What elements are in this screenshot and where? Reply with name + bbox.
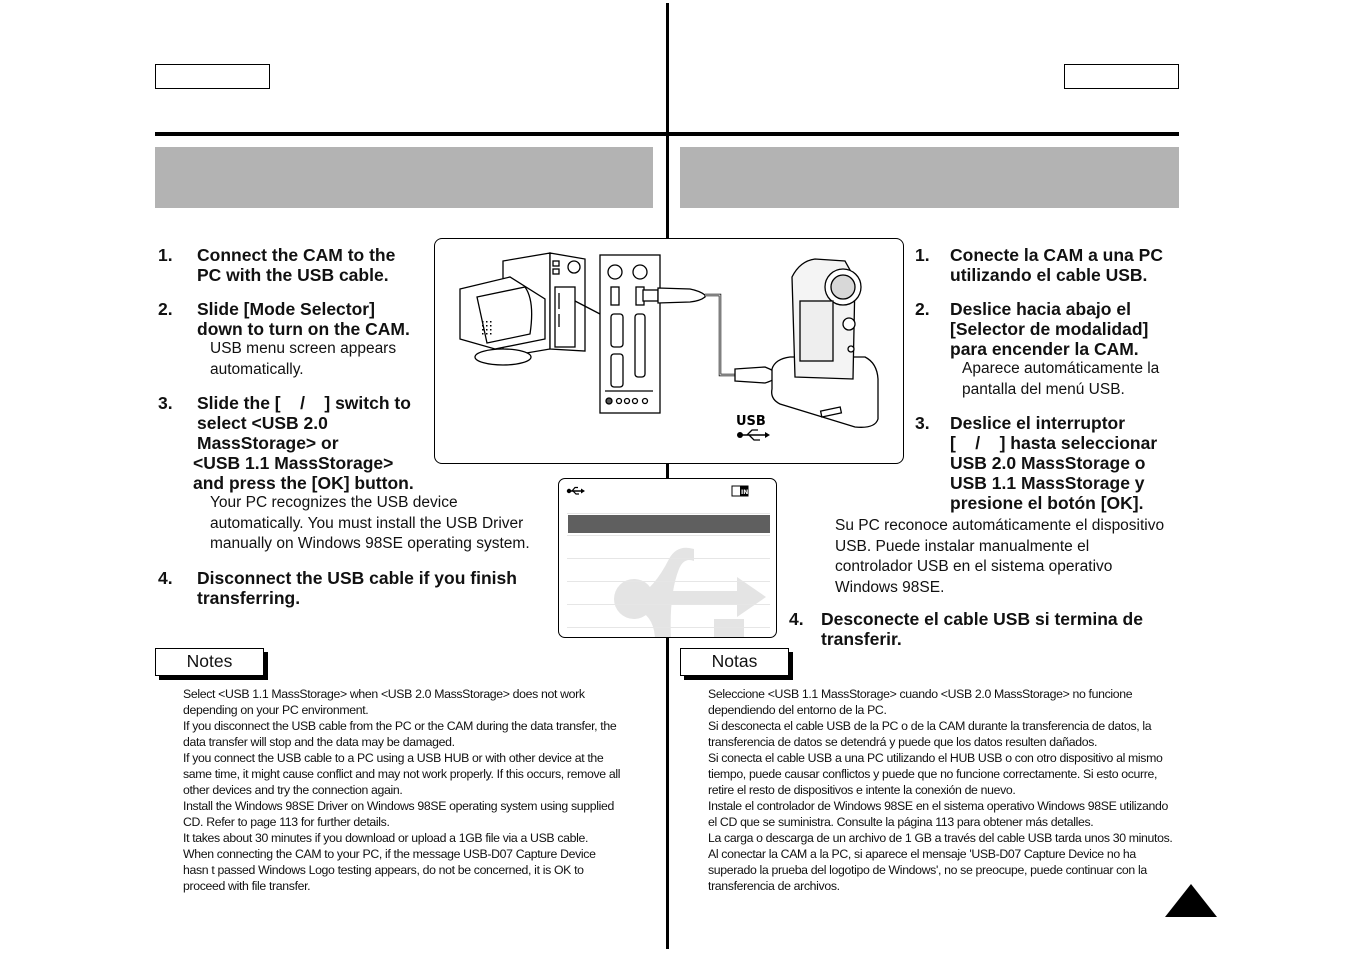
step-text-line: transferir. <box>821 629 902 649</box>
step-text-line: Conecte la CAM a una PC <box>950 245 1163 265</box>
usb-trident-icon <box>566 486 585 495</box>
page-up-triangle-icon <box>1165 884 1217 917</box>
computer-icon <box>459 252 601 366</box>
note-line: transferencia de datos se detendrá y pue… <box>708 735 1098 749</box>
note-line: Instale el controlador de Windows 98SE e… <box>708 799 1168 813</box>
step-text-line: Slide [Mode Selector] <box>197 299 375 319</box>
section-title-bar-left <box>155 147 653 208</box>
step-text-line: USB 1.1 MassStorage y <box>950 473 1145 493</box>
note-line: retire el resto de dispositivos e intent… <box>708 783 1016 797</box>
step-note-line: pantalla del menú USB. <box>962 380 1125 398</box>
note-line: transferencia de archivos. <box>708 879 840 893</box>
step-text-line: utilizando el cable USB. <box>950 265 1148 285</box>
step-note-line: manually on Windows 98SE operating syste… <box>210 535 530 552</box>
lcd-graphics: IN <box>566 485 770 637</box>
step-text-line: transferring. <box>197 588 301 608</box>
step-note-line: automatically. <box>210 360 304 378</box>
camcorder-cradle-icon <box>771 258 879 428</box>
note-line: CD. Refer to page 113 for further detail… <box>183 815 390 829</box>
step-note-line: Su PC reconoce automáticamente el dispos… <box>835 517 1165 534</box>
note-line: Si conecta el cable USB a una PC utiliza… <box>708 751 1163 765</box>
note-line: If you connect the USB cable to a PC usi… <box>183 751 604 765</box>
notes-tab-es: Notas <box>680 648 789 676</box>
step-en-2: 2. Slide [Mode Selector] down to turn on… <box>158 299 438 383</box>
note-line: same time, it might cause conflict and m… <box>183 767 621 781</box>
note-line: Install the Windows 98SE Driver on Windo… <box>183 799 614 813</box>
note-line: superado la prueba del logotipo de Windo… <box>708 863 1147 877</box>
step-note-line: USB. Puede instalar manualmente el <box>835 537 1090 555</box>
step-es-3: 3. Deslice el interruptor [ / ] hasta se… <box>915 413 1185 517</box>
step-text-line: [Selector de modalidad] <box>950 319 1149 339</box>
note-line: other devices and try the connection aga… <box>183 783 403 797</box>
usb-label: USB <box>736 414 766 429</box>
step-text-line: Deslice hacia abajo el <box>950 299 1131 319</box>
notes-tab-en: Notes <box>155 648 264 676</box>
step-es-1: 1. Conecte la CAM a una PC utilizando el… <box>915 245 1185 289</box>
note-line: Select <USB 1.1 MassStorage> when <USB 2… <box>183 687 585 701</box>
note-line: It takes about 30 minutes if you downloa… <box>183 831 589 845</box>
lcd-screen: IN <box>558 478 777 638</box>
notes-body-en: Select <USB 1.1 MassStorage> when <USB 2… <box>183 686 658 894</box>
step-text-line: and press the [OK] button. <box>193 473 414 493</box>
lcd-highlight-row <box>568 515 770 533</box>
usb-trident-icon: USB <box>736 414 770 441</box>
step-note-line: automatically. You must install the USB … <box>210 514 524 532</box>
note-line: el CD que se suministra. Consulte la pág… <box>708 815 1094 829</box>
connection-figure: USB <box>434 238 904 464</box>
note-line: data transfer will stop and the data may… <box>183 735 455 749</box>
note-line: La carga o descarga de un archivo de 1 G… <box>708 831 1173 845</box>
step-en-4: 4. Disconnect the USB cable if you finis… <box>158 568 558 612</box>
step-text-line: down to turn on the CAM. <box>197 319 410 339</box>
step-number: 4. <box>789 609 804 629</box>
step-note-line: USB menu screen appears <box>210 340 397 357</box>
note-line: Seleccione <USB 1.1 MassStorage> cuando … <box>708 687 1133 701</box>
language-tag-right <box>1064 64 1179 89</box>
card-in-icon: IN <box>731 485 749 497</box>
section-title-bar-right <box>680 147 1179 208</box>
step-number: 2. <box>915 299 930 319</box>
step-text-line: PC with the USB cable. <box>197 265 389 285</box>
notes-body-es: Seleccione <USB 1.1 MassStorage> cuando … <box>708 686 1183 894</box>
note-line: dependiendo del entorno de la PC. <box>708 703 887 717</box>
step-es-4: 4. Desconecte el cable USB si termina de… <box>789 609 1179 653</box>
page-divider <box>666 3 669 949</box>
note-line: tiempo, puede causar conflictos y puede … <box>708 767 1158 781</box>
connection-diagram: USB <box>459 252 879 441</box>
step-number: 2. <box>158 299 173 319</box>
step-text-line: Connect the CAM to the <box>197 245 396 265</box>
step-text-line: Disconnect the USB cable if you finish <box>197 568 517 588</box>
language-tag-left <box>155 64 270 89</box>
step-number: 1. <box>915 245 930 265</box>
step-note-line: Your PC recognizes the USB device <box>210 494 458 511</box>
step-es-3-note: Su PC reconoce automáticamente el dispos… <box>835 516 1185 598</box>
usb-watermark-icon <box>614 547 766 637</box>
step-text-line: para encender la CAM. <box>950 339 1139 359</box>
card-badge: IN <box>741 489 748 496</box>
note-line: Al conectar la CAM a la PC, si aparece e… <box>708 847 1136 861</box>
step-number: 1. <box>158 245 173 265</box>
note-line: If you disconnect the USB cable from the… <box>183 719 617 733</box>
step-number: 3. <box>915 413 930 433</box>
step-number: 4. <box>158 568 173 588</box>
note-line: proceed with file transfer. <box>183 879 311 893</box>
step-text-line: Desconecte el cable USB si termina de <box>821 609 1143 629</box>
note-line: depending on your PC environment. <box>183 703 369 717</box>
step-text-line: Deslice el interruptor <box>950 413 1126 433</box>
header-rule <box>155 132 1179 136</box>
step-es-2: 2. Deslice hacia abajo el [Selector de m… <box>915 299 1185 403</box>
step-en-1: 1. Connect the CAM to the PC with the US… <box>158 245 438 289</box>
step-note-line: Aparece automáticamente la <box>962 360 1160 377</box>
usb-cable-icon <box>642 287 780 384</box>
note-line: When connecting the CAM to your PC, if t… <box>183 847 596 861</box>
step-text-line: presione el botón [OK]. <box>950 493 1144 513</box>
note-line: hasn t passed Windows Logo testing appea… <box>183 863 584 877</box>
step-text-line: [ / ] hasta seleccionar <box>950 433 1158 453</box>
step-note-line: Windows 98SE. <box>835 578 945 596</box>
step-text-line: USB 2.0 MassStorage o <box>950 453 1146 473</box>
step-note-line: controlador USB en el sistema operativo <box>835 558 1113 575</box>
back-panel-icon <box>599 254 661 414</box>
note-line: Si desconecta el cable USB de la PC o de… <box>708 719 1152 733</box>
step-number: 3. <box>158 393 173 413</box>
